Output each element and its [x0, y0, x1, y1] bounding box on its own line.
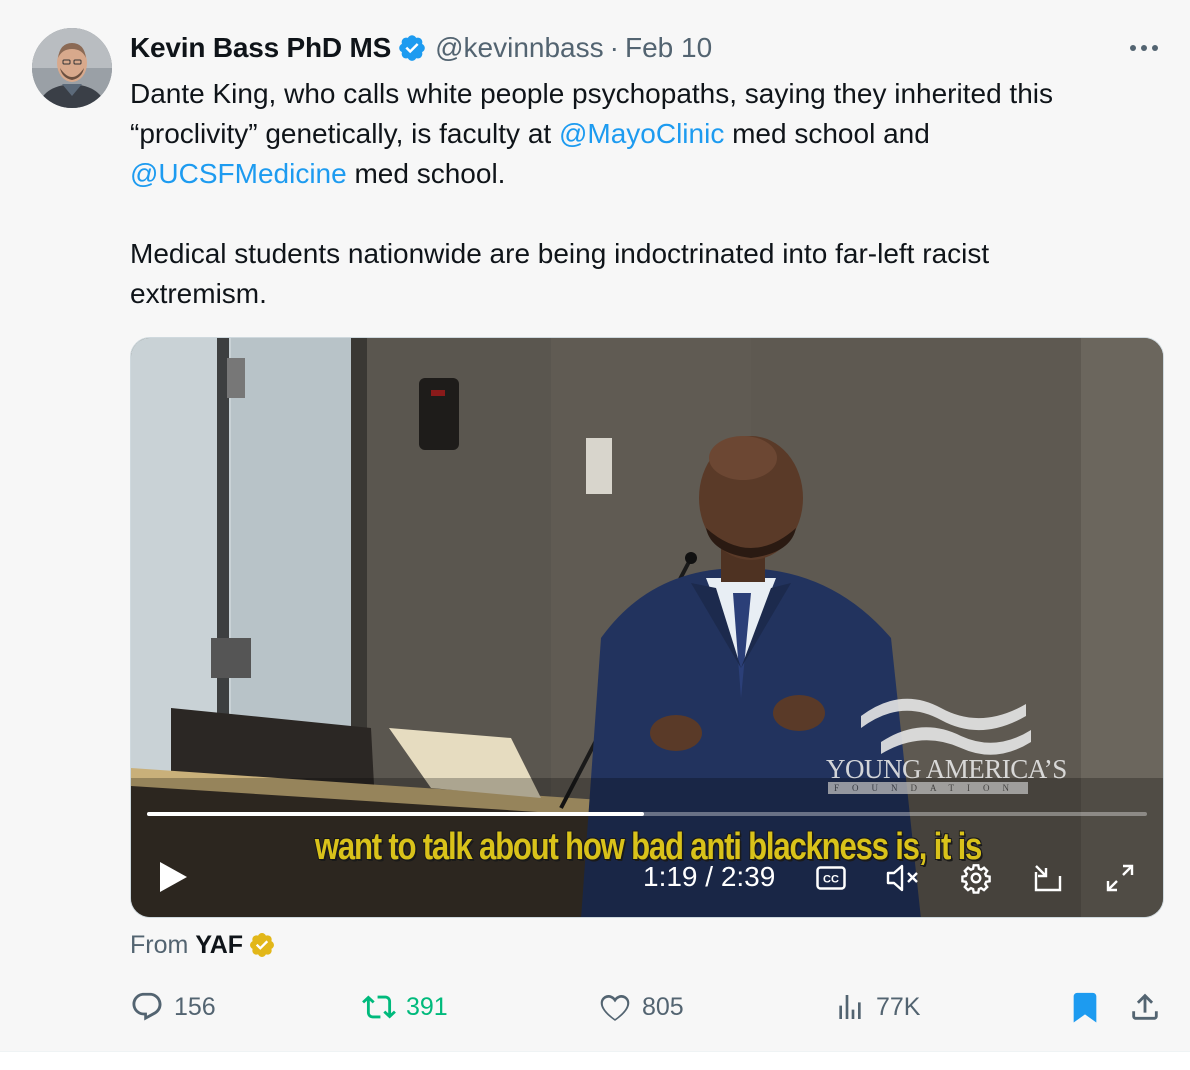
like-count: 805	[642, 992, 684, 1021]
views-button[interactable]: 77K	[834, 984, 920, 1030]
closed-captions-icon: CC	[816, 866, 846, 890]
retweet-button[interactable]: 391	[362, 984, 448, 1030]
tweet-text-line-4: Medical students nationwide are being in…	[130, 238, 990, 269]
gear-icon	[961, 864, 991, 894]
more-options-button[interactable]	[1124, 30, 1164, 66]
reply-count: 156	[174, 992, 216, 1021]
settings-button[interactable]	[957, 859, 995, 897]
like-button[interactable]: 805	[598, 984, 684, 1030]
picture-in-picture-button[interactable]	[1029, 859, 1067, 897]
heart-icon	[600, 994, 630, 1021]
tweet-text-line-2-end: med school and	[724, 118, 930, 149]
video-time-display: 1:19 / 2:39	[643, 861, 776, 892]
retweet-icon	[362, 995, 396, 1019]
tweet-text-line-1: Dante King, who calls white people psych…	[130, 78, 1053, 109]
tweet-text-line-2-start: “proclivity” genetically, is faculty at	[130, 118, 559, 149]
mention-ucsfmedicine-link[interactable]: @UCSFMedicine	[130, 158, 347, 189]
analytics-bars-icon	[839, 995, 861, 1019]
mention-mayoclinic-link[interactable]: @MayoClinic	[559, 118, 724, 149]
timeline-bottom-edge	[0, 1052, 1190, 1070]
share-button[interactable]	[1128, 984, 1172, 1030]
play-button[interactable]	[153, 857, 193, 897]
fullscreen-button[interactable]	[1101, 859, 1139, 897]
video-progress-bar[interactable]	[147, 812, 1147, 816]
bookmark-button[interactable]	[1068, 984, 1112, 1030]
video-controls: 1:19 / 2:39 CC	[131, 843, 1163, 907]
author-name[interactable]: Kevin Bass PhD MS	[130, 32, 391, 64]
closed-captions-button[interactable]: CC	[813, 861, 849, 895]
video-player[interactable]: YOUNG AMERICA’S FOUNDATION want to talk …	[130, 337, 1164, 918]
source-prefix: From	[130, 930, 189, 959]
tweet-date[interactable]: Feb 10	[625, 32, 712, 64]
tweet-actions-bar: 156 391 805 77K	[0, 984, 1190, 1030]
fullscreen-icon	[1106, 864, 1134, 892]
author-avatar[interactable]	[32, 28, 112, 108]
author-handle[interactable]: @kevinnbass	[435, 32, 604, 64]
watermark-subtitle: FOUNDATION	[828, 782, 1028, 794]
header-separator: ·	[609, 32, 619, 63]
picture-in-picture-icon	[1034, 865, 1062, 892]
share-upload-icon	[1132, 993, 1158, 1020]
tweet-text: Dante King, who calls white people psych…	[130, 74, 1170, 314]
tweet-text-line-3: @UCSFMedicine med school.	[130, 154, 1170, 194]
mute-button[interactable]	[883, 859, 923, 897]
reply-icon	[132, 992, 162, 1021]
watermark-title: YOUNG AMERICA’S	[826, 754, 1067, 784]
cc-icon-label: CC	[823, 874, 839, 886]
tweet-text-line-2: “proclivity” genetically, is faculty at …	[130, 114, 1170, 154]
volume-muted-icon	[886, 864, 918, 892]
retweet-count: 391	[406, 992, 448, 1021]
tweet-text-line-3-end: med school.	[346, 158, 506, 189]
more-dots-icon	[1130, 45, 1158, 51]
tweet-text-line-5: extremism.	[130, 278, 267, 309]
verified-badge-icon[interactable]	[397, 33, 427, 63]
media-source-attribution: From YAF	[130, 928, 276, 962]
avatar-image	[32, 28, 112, 108]
gold-verified-badge-icon	[250, 933, 275, 957]
reply-button[interactable]: 156	[130, 984, 216, 1030]
tweet-header: Kevin Bass PhD MS @kevinnbass · Feb 10	[130, 28, 712, 68]
bookmark-filled-icon	[1073, 992, 1097, 1023]
tweet-card[interactable]: Kevin Bass PhD MS @kevinnbass · Feb 10 D…	[0, 0, 1190, 1052]
source-account-link[interactable]: YAF	[195, 931, 243, 960]
play-icon	[160, 862, 187, 892]
views-count: 77K	[876, 992, 921, 1021]
video-progress-fill	[147, 812, 644, 816]
